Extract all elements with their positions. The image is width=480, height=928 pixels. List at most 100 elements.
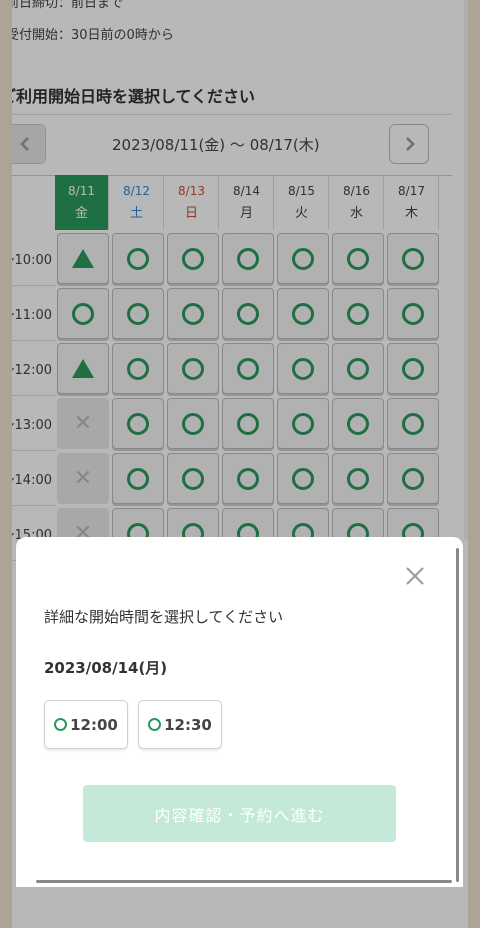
time-label: 11:00〜 xyxy=(12,308,52,323)
slot-cell[interactable] xyxy=(332,343,384,394)
circle-available-icon xyxy=(402,357,424,380)
slot-cell[interactable] xyxy=(112,453,164,504)
time-slot-button[interactable]: 12:00 xyxy=(44,700,128,749)
circle-available-icon xyxy=(347,357,369,380)
row-divider xyxy=(12,285,56,286)
slot-cell[interactable] xyxy=(57,343,109,394)
day-header[interactable]: 8/12 土 xyxy=(110,175,164,230)
slot-cell[interactable] xyxy=(332,453,384,504)
circle-available-icon xyxy=(182,247,204,270)
circle-available-icon xyxy=(347,247,369,270)
slot-cell[interactable] xyxy=(387,288,439,339)
day-date: 8/12 xyxy=(123,184,150,198)
slot-cell[interactable] xyxy=(277,343,329,394)
circle-available-icon xyxy=(347,412,369,435)
slot-cell[interactable] xyxy=(112,288,164,339)
slot-cell[interactable] xyxy=(387,453,439,504)
slot-cell[interactable] xyxy=(167,343,219,394)
day-date: 8/15 xyxy=(288,184,315,198)
sheet-heading: 詳細な開始時間を選択してください xyxy=(44,608,284,626)
circle-available-icon xyxy=(127,467,149,490)
date-range: 2023/08/11(金) 〜 08/17(木) xyxy=(112,136,320,154)
circle-available-icon xyxy=(182,467,204,490)
slot-cell[interactable] xyxy=(167,288,219,339)
day-weekday: 火 xyxy=(294,206,308,221)
day-header[interactable]: 8/11 金 xyxy=(55,175,109,230)
circle-available-icon xyxy=(237,302,259,325)
sheet-bottom-edge xyxy=(36,880,452,883)
slot-cell[interactable] xyxy=(57,233,109,284)
slot-cell[interactable] xyxy=(387,343,439,394)
slot-cell[interactable] xyxy=(222,343,274,394)
slot-cell[interactable] xyxy=(167,453,219,504)
circle-available-icon xyxy=(347,302,369,325)
circle-available-icon xyxy=(127,357,149,380)
slot-cell: ✕ xyxy=(57,453,109,504)
time-label: 12:00〜 xyxy=(12,363,52,378)
day-weekday: 水 xyxy=(349,206,363,221)
circle-available-icon xyxy=(292,412,314,435)
circle-available-icon xyxy=(237,412,259,435)
day-weekday: 土 xyxy=(129,206,143,221)
slot-cell[interactable] xyxy=(332,233,384,284)
day-header[interactable]: 8/13 日 xyxy=(165,175,219,230)
chevron-left-icon xyxy=(20,137,29,151)
circle-available-icon xyxy=(182,357,204,380)
slot-cell[interactable] xyxy=(277,288,329,339)
sheet-scrollbar xyxy=(456,548,459,882)
circle-available-icon xyxy=(292,467,314,490)
slot-cell[interactable] xyxy=(387,398,439,449)
day-date: 8/16 xyxy=(343,184,370,198)
circle-available-icon xyxy=(292,357,314,380)
next-week-button[interactable] xyxy=(389,124,429,164)
slot-cell[interactable] xyxy=(167,233,219,284)
slot-cell[interactable] xyxy=(222,453,274,504)
slot-cell[interactable] xyxy=(277,398,329,449)
slot-cell[interactable] xyxy=(222,288,274,339)
selected-date: 2023/08/14(月) xyxy=(44,659,168,677)
slot-cell[interactable] xyxy=(112,343,164,394)
row-divider xyxy=(12,340,56,341)
day-header[interactable]: 8/15 火 xyxy=(275,175,329,230)
day-header[interactable]: 8/17 木 xyxy=(385,175,439,230)
slot-cell[interactable] xyxy=(112,233,164,284)
slot-cell[interactable] xyxy=(57,288,109,339)
cross-unavailable-icon: ✕ xyxy=(73,411,93,436)
circle-available-icon xyxy=(402,467,424,490)
circle-available-icon xyxy=(292,302,314,325)
slot-cell[interactable] xyxy=(222,398,274,449)
slot-cell[interactable] xyxy=(222,233,274,284)
deadline-info: 前日締切：前日まで xyxy=(12,0,124,11)
slot-cell[interactable] xyxy=(332,398,384,449)
close-sheet-button[interactable] xyxy=(402,563,428,589)
circle-available-icon xyxy=(127,302,149,325)
time-label: 14:00〜 xyxy=(12,473,52,488)
row-divider xyxy=(12,505,56,506)
proceed-to-confirm-button[interactable]: 内容確認・予約へ進む xyxy=(83,785,396,842)
slot-cell: ✕ xyxy=(57,398,109,449)
time-slot-button[interactable]: 12:30 xyxy=(138,700,222,749)
day-weekday: 月 xyxy=(239,206,253,221)
prev-week-button[interactable] xyxy=(12,124,46,164)
slot-cell[interactable] xyxy=(112,398,164,449)
circle-available-icon xyxy=(347,467,369,490)
slot-cell[interactable] xyxy=(277,233,329,284)
circle-available-icon xyxy=(127,247,149,270)
triangle-few-left-icon xyxy=(72,359,94,378)
day-weekday: 木 xyxy=(404,206,418,221)
day-header[interactable]: 8/16 水 xyxy=(330,175,384,230)
slot-cell[interactable] xyxy=(332,288,384,339)
day-date: 8/11 xyxy=(68,184,95,198)
day-weekday: 金 xyxy=(74,206,88,221)
circle-available-icon xyxy=(237,467,259,490)
slot-cell[interactable] xyxy=(387,233,439,284)
circle-available-icon xyxy=(182,412,204,435)
time-label: 10:00〜 xyxy=(12,253,52,268)
slot-cell[interactable] xyxy=(167,398,219,449)
slot-cell[interactable] xyxy=(277,453,329,504)
day-header[interactable]: 8/14 月 xyxy=(220,175,274,230)
time-slot-label: 12:00 xyxy=(70,715,118,734)
section-divider xyxy=(12,114,452,115)
triangle-few-left-icon xyxy=(72,249,94,268)
booking-start-info: 受付開始：30日前の0時から xyxy=(12,28,174,43)
